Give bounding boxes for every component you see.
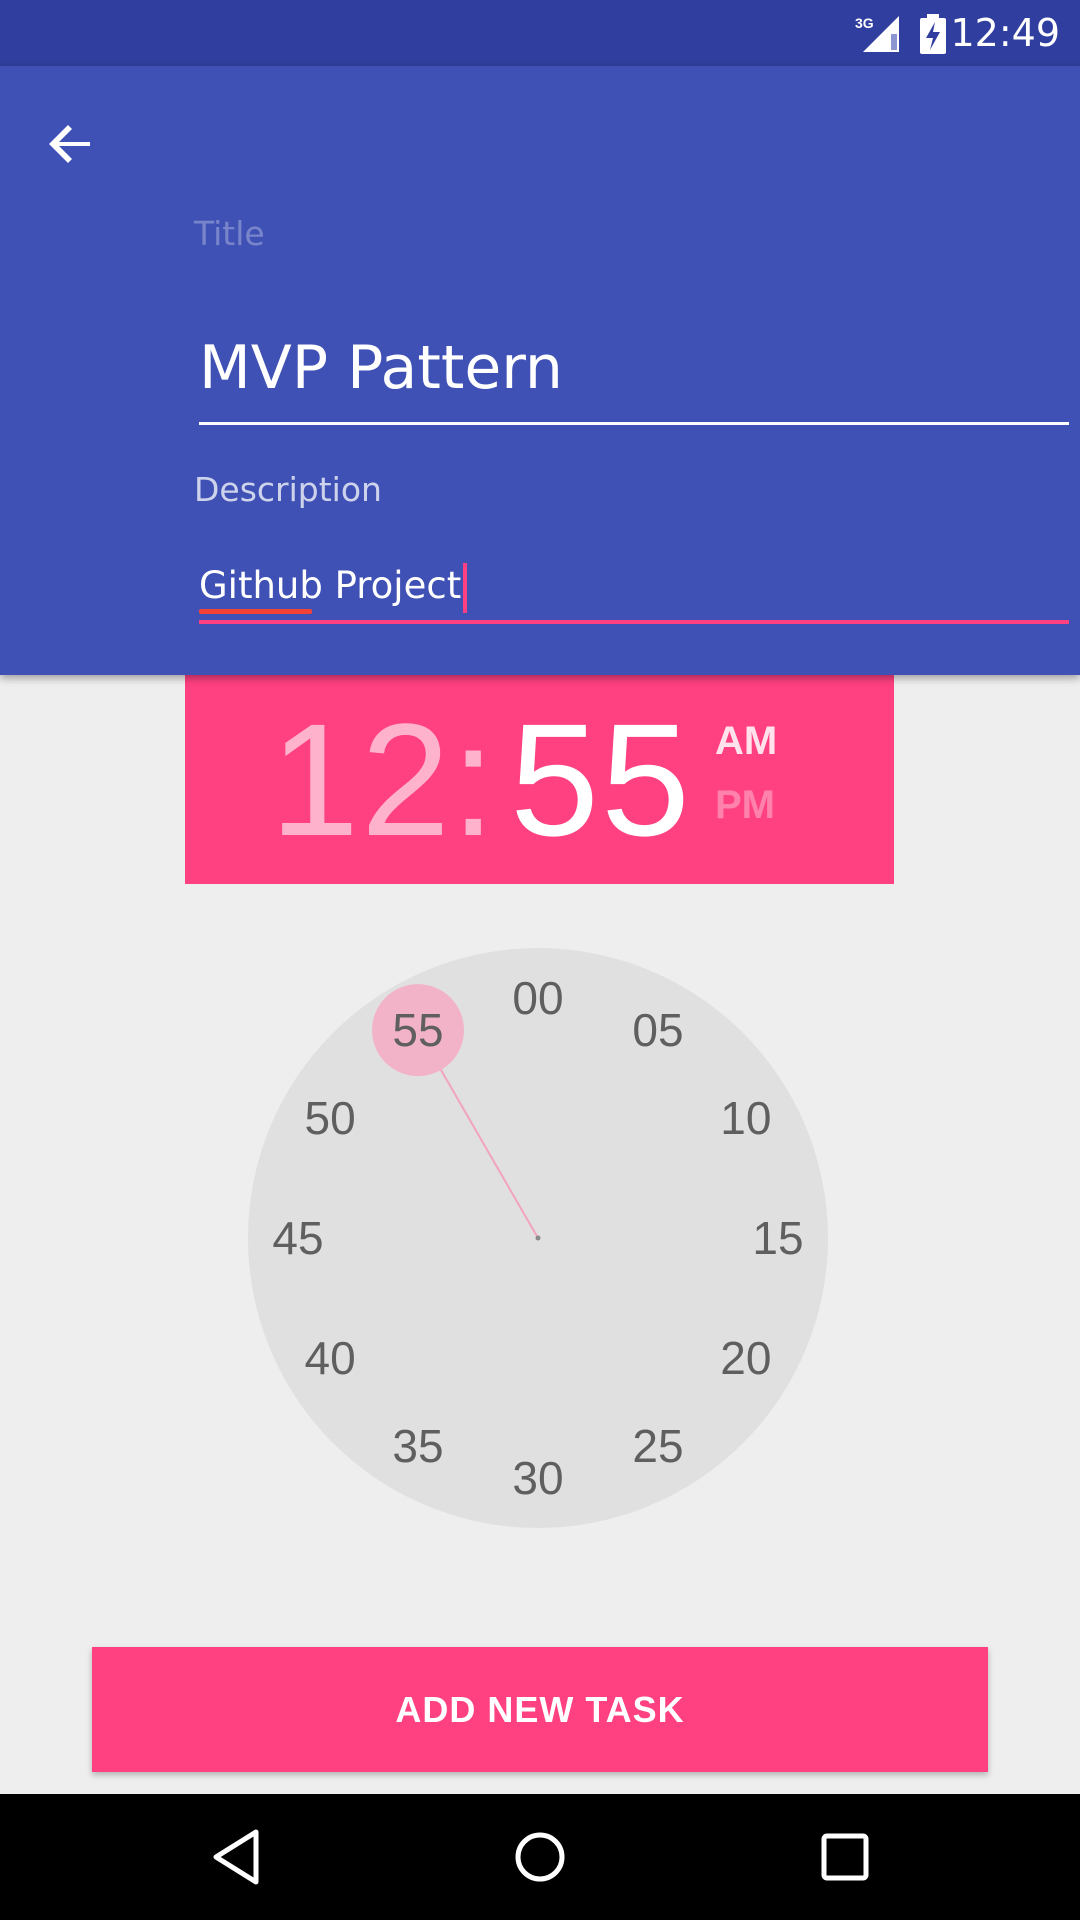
nav-recents-icon[interactable] bbox=[812, 1824, 878, 1890]
description-label: Description bbox=[194, 470, 382, 509]
navigation-bar bbox=[0, 1794, 1080, 1920]
minutes-display[interactable]: 55 bbox=[510, 685, 692, 875]
dial-number-35[interactable]: 35 bbox=[373, 1416, 463, 1476]
dial-number-55[interactable]: 55 bbox=[373, 1000, 463, 1060]
add-new-task-button[interactable]: ADD NEW TASK bbox=[92, 1647, 988, 1772]
spellcheck-underline bbox=[199, 609, 312, 614]
battery-charging-icon bbox=[920, 14, 946, 54]
dial-number-15[interactable]: 15 bbox=[733, 1208, 823, 1268]
dial-number-50[interactable]: 50 bbox=[285, 1088, 375, 1148]
title-label: Title bbox=[194, 214, 265, 253]
status-bar: 3G 12:49 bbox=[0, 0, 1080, 66]
description-text-wrap: Github Project bbox=[199, 552, 461, 620]
clock-dial[interactable]: 00 05 10 15 20 25 30 35 40 45 50 55 bbox=[248, 948, 828, 1528]
nav-home-icon[interactable] bbox=[507, 1824, 573, 1890]
nav-back-icon[interactable] bbox=[204, 1824, 270, 1890]
signal-icon: 3G bbox=[855, 15, 899, 52]
hours-display[interactable]: 12 bbox=[270, 685, 452, 875]
arrow-back-icon[interactable] bbox=[40, 112, 104, 176]
dial-center-dot bbox=[535, 1235, 541, 1241]
status-bar-time: 12:49 bbox=[950, 11, 1060, 55]
time-picker-header: 12 : 55 AM PM bbox=[185, 675, 894, 884]
description-field[interactable]: Github Project bbox=[199, 552, 1069, 624]
dial-number-00[interactable]: 00 bbox=[493, 968, 583, 1028]
dial-number-20[interactable]: 20 bbox=[701, 1328, 791, 1388]
time-separator: : bbox=[451, 690, 496, 869]
title-field[interactable]: MVP Pattern bbox=[199, 326, 1069, 425]
dial-number-25[interactable]: 25 bbox=[613, 1416, 703, 1476]
pm-toggle[interactable]: PM bbox=[715, 783, 775, 828]
network-type-label: 3G bbox=[855, 15, 874, 31]
dial-number-10[interactable]: 10 bbox=[701, 1088, 791, 1148]
text-cursor bbox=[463, 562, 468, 613]
dial-number-30[interactable]: 30 bbox=[493, 1448, 583, 1508]
dial-number-45[interactable]: 45 bbox=[253, 1208, 343, 1268]
dial-number-05[interactable]: 05 bbox=[613, 1000, 703, 1060]
description-value: Github Project bbox=[199, 564, 462, 607]
dial-number-40[interactable]: 40 bbox=[285, 1328, 375, 1388]
app-header: Title MVP Pattern Description Github Pro… bbox=[0, 66, 1080, 675]
am-toggle[interactable]: AM bbox=[715, 719, 777, 764]
